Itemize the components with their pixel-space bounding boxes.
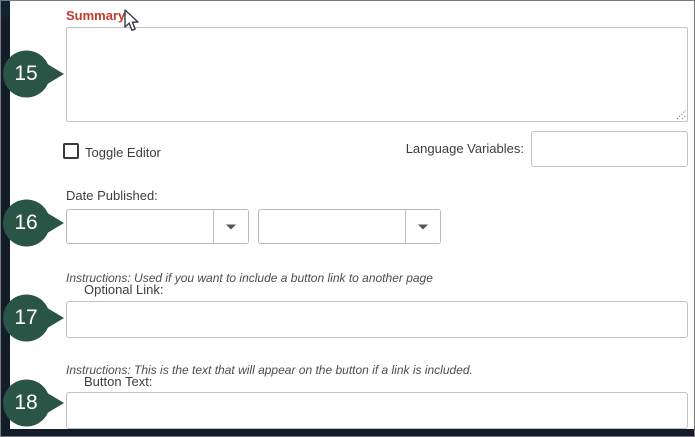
summary-label: Summary: xyxy=(66,8,130,23)
button-text-label: Button Text: xyxy=(84,374,153,389)
callout-17: 17 xyxy=(1,293,65,343)
date-published-dropdown-month[interactable] xyxy=(66,209,249,244)
form-page: Summary: Toggle Editor Language Variable… xyxy=(0,0,695,437)
button-text-input[interactable] xyxy=(66,392,688,429)
mouse-cursor-icon xyxy=(123,9,140,38)
summary-textarea[interactable] xyxy=(66,27,688,122)
date-published-dropdown-month-button[interactable] xyxy=(213,210,248,243)
left-bar-top-segment xyxy=(1,1,10,17)
date-published-label: Date Published: xyxy=(66,188,158,203)
language-variables-input[interactable] xyxy=(531,131,688,167)
callout-16: 16 xyxy=(1,198,65,248)
callout-15: 15 xyxy=(1,49,65,99)
resize-grip-icon[interactable] xyxy=(673,106,687,125)
chevron-down-icon xyxy=(226,224,236,229)
date-published-dropdown-day-input[interactable] xyxy=(259,210,405,243)
optional-link-label: Optional Link: xyxy=(84,282,164,297)
language-variables-label: Language Variables: xyxy=(405,141,524,156)
callout-18: 18 xyxy=(1,378,65,428)
date-published-dropdown-day-button[interactable] xyxy=(405,210,440,243)
callout-number: 18 xyxy=(14,391,38,414)
callout-number: 15 xyxy=(14,62,38,85)
bottom-dark-bar xyxy=(1,429,694,436)
chevron-down-icon xyxy=(418,224,428,229)
date-published-dropdown-day[interactable] xyxy=(258,209,441,244)
callout-number: 17 xyxy=(14,306,38,329)
toggle-editor-checkbox[interactable] xyxy=(63,143,79,159)
callout-number: 16 xyxy=(14,211,38,234)
date-published-dropdown-month-input[interactable] xyxy=(67,210,213,243)
optional-link-input[interactable] xyxy=(66,301,688,338)
toggle-editor-label: Toggle Editor xyxy=(85,145,161,160)
